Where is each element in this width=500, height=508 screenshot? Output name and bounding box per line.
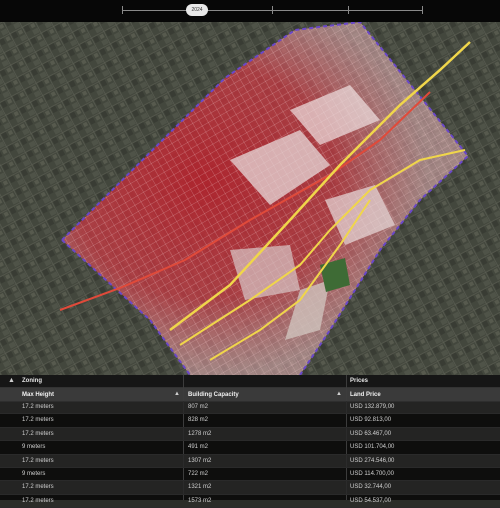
- data-table-panel: ▲ Zoning Prices Max Height ▲ Building Ca…: [0, 375, 500, 508]
- table-row[interactable]: 17.2 meters 1321 m2 USD 32.744,00: [0, 481, 500, 495]
- cell-max-height: 17.2 meters: [22, 417, 54, 424]
- cell-max-height: 17.2 meters: [22, 484, 54, 491]
- cell-max-height: 17.2 meters: [22, 497, 54, 504]
- table-row[interactable]: 17.2 meters 828 m2 USD 92.813,00: [0, 414, 500, 428]
- cell-building-capacity: 722 m2: [188, 470, 209, 477]
- cell-land-price: USD 274.546,00: [350, 457, 395, 464]
- timeline-tick: [348, 6, 349, 14]
- timeline-handle[interactable]: 2024: [186, 4, 208, 16]
- group-zoning: Zoning: [22, 378, 42, 384]
- timeline-tick: [122, 6, 123, 14]
- cell-land-price: USD 101.704,00: [350, 444, 395, 451]
- column-max-height[interactable]: Max Height: [22, 392, 54, 398]
- cell-max-height: 17.2 meters: [22, 430, 54, 437]
- column-header-row: Max Height ▲ Building Capacity ▲ Land Pr…: [0, 388, 500, 402]
- cell-building-capacity: 828 m2: [188, 417, 209, 424]
- sort-arrow-icon[interactable]: ▲: [336, 391, 342, 397]
- timeline-tick: [422, 6, 423, 14]
- collapse-caret-icon[interactable]: ▲: [8, 377, 15, 384]
- cell-max-height: 17.2 meters: [22, 457, 54, 464]
- cell-building-capacity: 1307 m2: [188, 457, 212, 464]
- cell-land-price: USD 92.813,00: [350, 417, 392, 424]
- timeline-slider[interactable]: 2024: [0, 0, 500, 22]
- column-building-capacity[interactable]: Building Capacity: [188, 392, 239, 398]
- cell-land-price: USD 32.744,00: [350, 484, 392, 491]
- column-land-price[interactable]: Land Price: [350, 392, 381, 398]
- cell-land-price: USD 132.879,00: [350, 404, 395, 410]
- cell-land-price: USD 63.467,00: [350, 430, 392, 437]
- cell-max-height: 9 meters: [22, 444, 46, 451]
- table-body: 17.2 meters 807 m2 USD 132.879,00 17.2 mete…: [0, 401, 500, 508]
- satellite-map[interactable]: [0, 0, 500, 375]
- cell-building-capacity: 491 m2: [188, 444, 209, 451]
- cell-building-capacity: 1321 m2: [188, 484, 212, 491]
- table-row[interactable]: 17.2 meters 1307 m2 USD 274.546,00: [0, 454, 500, 468]
- table-row[interactable]: 17.2 meters 807 m2 USD 132.879,00: [0, 401, 500, 415]
- sort-arrow-icon[interactable]: ▲: [174, 391, 180, 397]
- table-row[interactable]: 17.2 meters 1573 m2 USD 54.537,00: [0, 495, 500, 508]
- cell-building-capacity: 1278 m2: [188, 430, 212, 437]
- table-row[interactable]: 17.2 meters 1278 m2 USD 63.467,00: [0, 427, 500, 442]
- cell-max-height: 9 meters: [22, 470, 46, 477]
- cell-building-capacity: 1573 m2: [188, 497, 212, 504]
- group-header-row: ▲ Zoning Prices: [0, 375, 500, 388]
- cell-max-height: 17.2 meters: [22, 404, 54, 410]
- group-prices: Prices: [350, 378, 369, 384]
- timeline-tick: [272, 6, 273, 14]
- cell-land-price: USD 54.537,00: [350, 497, 392, 504]
- cell-land-price: USD 114.700,00: [350, 470, 394, 477]
- cell-building-capacity: 807 m2: [188, 404, 209, 410]
- table-row[interactable]: 9 meters 722 m2 USD 114.700,00: [0, 468, 500, 482]
- table-row[interactable]: 9 meters 491 m2 USD 101.704,00: [0, 441, 500, 455]
